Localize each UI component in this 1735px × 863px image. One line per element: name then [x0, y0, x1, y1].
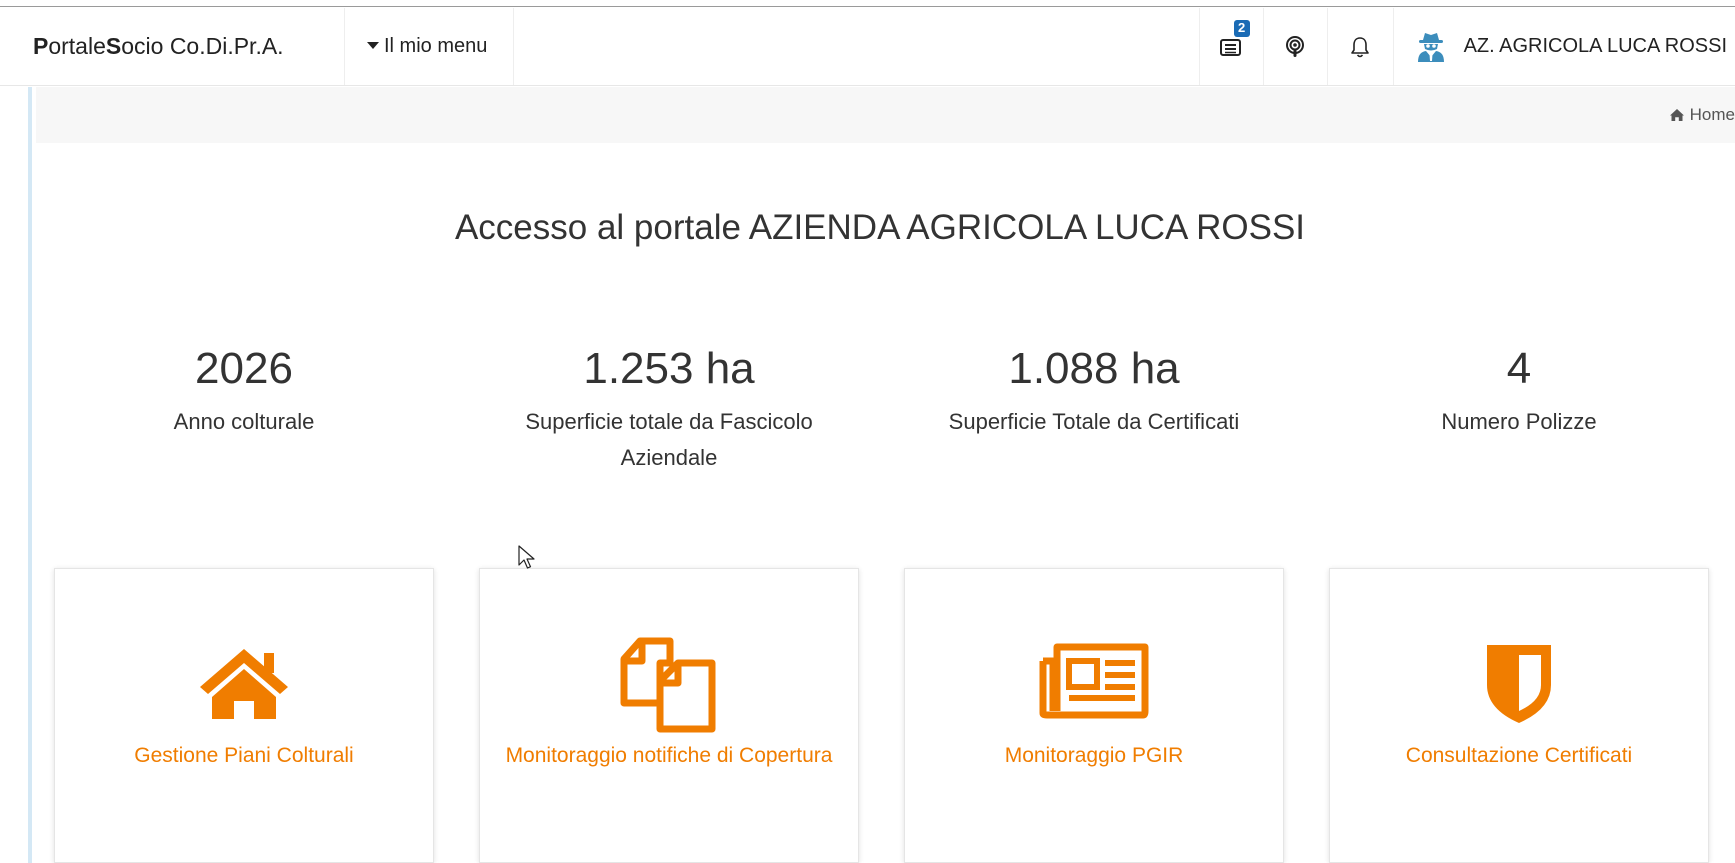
tile-monitoraggio-notifiche[interactable]: Monitoraggio notifiche di Copertura	[479, 568, 859, 863]
caret-down-icon	[367, 42, 379, 49]
messages-badge: 2	[1233, 20, 1250, 37]
window-top-border	[0, 0, 1735, 7]
user-menu[interactable]: AZ. AGRICOLA LUCA ROSSI	[1392, 8, 1735, 85]
notifications-button[interactable]	[1326, 8, 1393, 85]
newspaper-icon	[1039, 643, 1149, 719]
user-secret-icon	[1417, 32, 1444, 62]
brand-initial-p: P	[33, 33, 49, 59]
stat-numero-polizze: 4 Numero Polizze	[1339, 343, 1699, 440]
top-navbar: Portale Socio Co.Di.Pr.A. Il mio menu 2	[0, 8, 1735, 86]
stat-superficie-certificati: 1.088 ha Superficie Totale da Certificat…	[914, 343, 1274, 440]
my-menu-label: Il mio menu	[384, 35, 488, 57]
brand-text-1: ortale	[48, 33, 106, 59]
page-title: Accesso al portale AZIENDA AGRICOLA LUCA…	[454, 208, 1306, 247]
stat-label: Numero Polizze	[1441, 409, 1597, 434]
stat-value: 2026	[195, 344, 293, 393]
tile-label: Gestione Piani Colturali	[134, 744, 354, 767]
my-menu-dropdown[interactable]: Il mio menu	[345, 8, 514, 85]
mouse-cursor-icon	[518, 545, 535, 569]
stat-value: 1.253 ha	[583, 344, 755, 393]
tile-consultazione-certificati[interactable]: Consultazione Certificati	[1329, 568, 1709, 863]
messages-icon	[1220, 38, 1242, 56]
breadcrumb-home-link[interactable]: Home	[1690, 105, 1735, 125]
navbar-spacer	[514, 8, 1199, 85]
tile-label: Monitoraggio notifiche di Copertura	[505, 744, 833, 767]
home-icon	[200, 649, 288, 719]
podcast-button[interactable]	[1262, 8, 1327, 85]
stat-label: Superficie totale da Fascicolo Aziendale	[525, 409, 813, 470]
breadcrumb: Home	[36, 87, 1735, 143]
tile-monitoraggio-pgir[interactable]: Monitoraggio PGIR	[904, 568, 1284, 863]
brand-text-2: ocio Co.Di.Pr.A.	[121, 33, 284, 59]
stat-label: Anno colturale	[173, 409, 315, 434]
copy-icon	[620, 637, 716, 733]
messages-button[interactable]: 2	[1198, 8, 1263, 85]
stat-value: 1.088 ha	[1008, 344, 1180, 393]
stat-label: Superficie Totale da Certificati	[948, 409, 1240, 434]
tile-label: Consultazione Certificati	[1405, 744, 1633, 767]
stat-value: 4	[1506, 344, 1532, 393]
podcast-icon	[1286, 35, 1305, 57]
brand-logo[interactable]: Portale Socio Co.Di.Pr.A.	[0, 8, 345, 85]
tile-label: Monitoraggio PGIR	[1004, 744, 1184, 767]
shield-icon	[1487, 645, 1551, 723]
bell-icon	[1351, 36, 1369, 57]
home-small-icon	[1669, 109, 1684, 121]
tile-gestione-piani-colturali[interactable]: Gestione Piani Colturali	[54, 568, 434, 863]
stat-anno-colturale: 2026 Anno colturale	[64, 343, 424, 440]
user-name: AZ. AGRICOLA LUCA ROSSI	[1463, 35, 1727, 57]
brand-initial-s: S	[105, 33, 122, 59]
stat-superficie-fascicolo: 1.253 ha Superficie totale da Fascicolo …	[489, 343, 849, 476]
